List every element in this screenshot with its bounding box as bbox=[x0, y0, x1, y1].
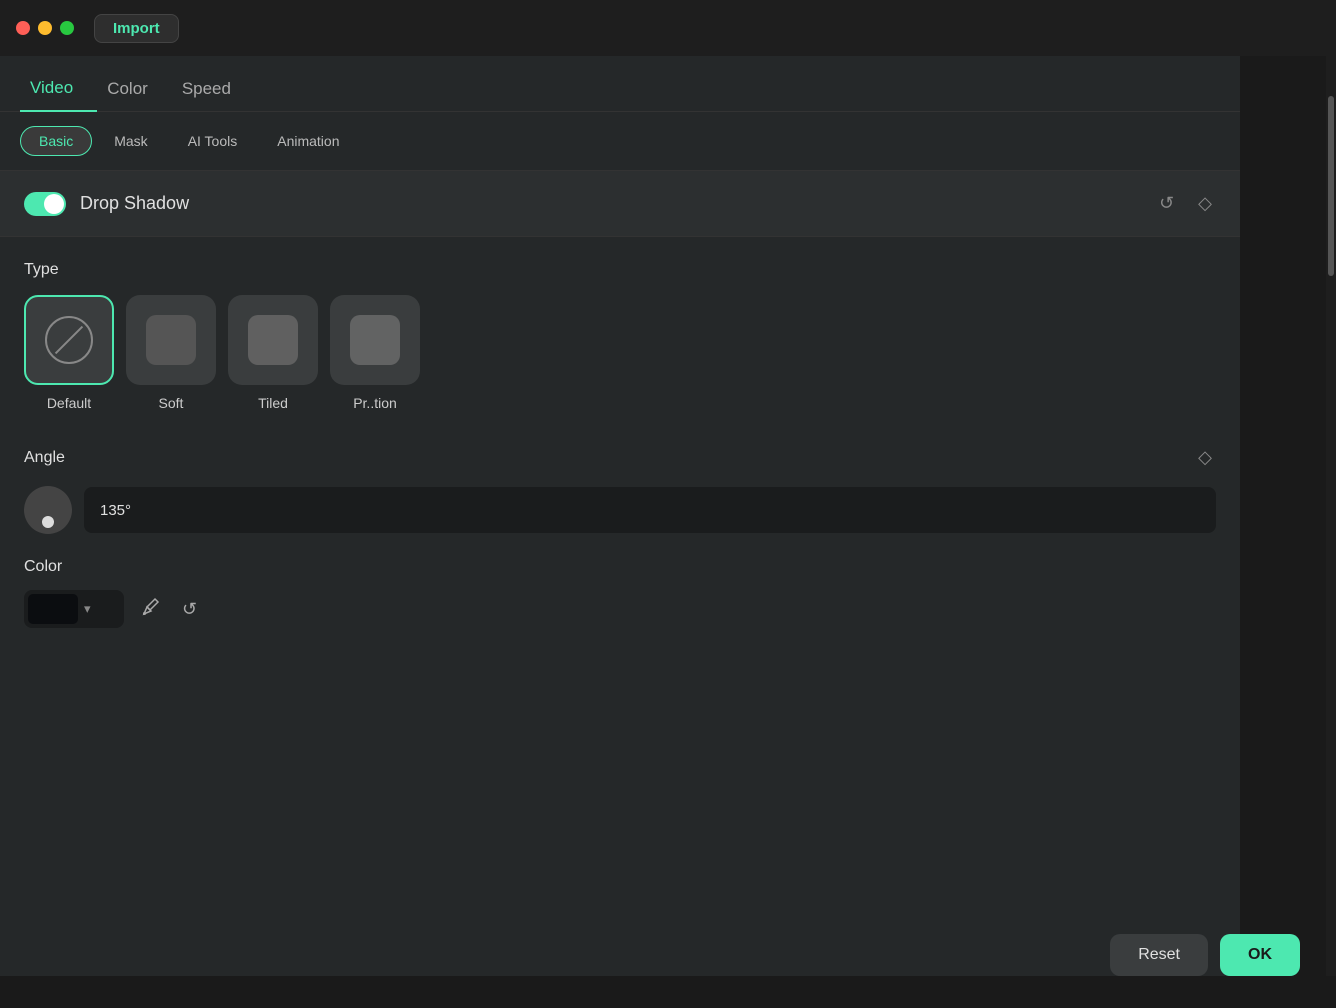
minimize-button[interactable] bbox=[38, 21, 52, 35]
angle-section: Angle ◇ bbox=[0, 419, 1240, 534]
tab-basic[interactable]: Basic bbox=[20, 126, 92, 156]
drop-shadow-diamond-icon[interactable]: ◇ bbox=[1194, 189, 1216, 218]
scrollbar-thumb[interactable] bbox=[1328, 96, 1334, 276]
type-box-soft[interactable] bbox=[126, 295, 216, 385]
type-box-projection[interactable] bbox=[330, 295, 420, 385]
type-option-projection[interactable]: Pr..tion bbox=[330, 295, 420, 411]
angle-value-row bbox=[24, 486, 1216, 534]
tab-animation[interactable]: Animation bbox=[259, 126, 357, 156]
angle-knob[interactable] bbox=[24, 486, 72, 534]
ok-button[interactable]: OK bbox=[1220, 934, 1300, 976]
drop-shadow-title: Drop Shadow bbox=[80, 193, 1141, 214]
sub-tab-bar: Basic Mask AI Tools Animation bbox=[0, 112, 1240, 171]
type-box-default[interactable] bbox=[24, 295, 114, 385]
soft-icon bbox=[146, 315, 196, 365]
header-icons: ↺ ◇ bbox=[1155, 189, 1216, 218]
angle-knob-dot bbox=[42, 516, 54, 528]
tab-color[interactable]: Color bbox=[97, 70, 172, 111]
drop-shadow-toggle[interactable] bbox=[24, 192, 66, 216]
color-row: ▾ ↺ bbox=[24, 590, 1216, 628]
maximize-button[interactable] bbox=[60, 21, 74, 35]
angle-input[interactable] bbox=[84, 487, 1216, 533]
color-section: Color ▾ ↺ bbox=[0, 534, 1240, 628]
toggle-knob bbox=[44, 194, 64, 214]
type-options: Default Soft Tiled Pr.. bbox=[24, 295, 1216, 411]
tab-video[interactable]: Video bbox=[20, 70, 97, 112]
tab-speed[interactable]: Speed bbox=[172, 70, 255, 111]
traffic-lights bbox=[16, 21, 74, 35]
angle-label: Angle bbox=[24, 449, 65, 467]
drop-shadow-reset-icon[interactable]: ↺ bbox=[1155, 189, 1178, 218]
default-icon bbox=[45, 316, 93, 364]
type-name-soft: Soft bbox=[159, 395, 184, 411]
angle-diamond-icon[interactable]: ◇ bbox=[1194, 443, 1216, 472]
color-swatch-button[interactable]: ▾ bbox=[24, 590, 124, 628]
projection-icon bbox=[350, 315, 400, 365]
type-name-projection: Pr..tion bbox=[353, 395, 397, 411]
type-box-tiled[interactable] bbox=[228, 295, 318, 385]
type-label: Type bbox=[24, 261, 1216, 279]
type-section: Type Default Soft bbox=[0, 237, 1240, 411]
reset-button[interactable]: Reset bbox=[1110, 934, 1208, 976]
type-option-soft[interactable]: Soft bbox=[126, 295, 216, 411]
scrollbar-track bbox=[1326, 56, 1336, 976]
type-option-default[interactable]: Default bbox=[24, 295, 114, 411]
top-tab-bar: Video Color Speed bbox=[0, 56, 1240, 112]
tiled-icon bbox=[248, 315, 298, 365]
color-reset-button[interactable]: ↺ bbox=[176, 593, 203, 626]
title-bar: Import bbox=[0, 0, 1336, 56]
eyedropper-button[interactable] bbox=[134, 591, 166, 628]
no-entry-line bbox=[55, 326, 83, 354]
tab-ai-tools[interactable]: AI Tools bbox=[170, 126, 256, 156]
close-button[interactable] bbox=[16, 21, 30, 35]
import-button[interactable]: Import bbox=[94, 14, 179, 43]
color-swatch bbox=[28, 594, 78, 624]
main-panel: Video Color Speed Basic Mask AI Tools An… bbox=[0, 56, 1240, 976]
chevron-down-icon: ▾ bbox=[84, 601, 91, 617]
type-name-tiled: Tiled bbox=[258, 395, 288, 411]
eyedropper-icon bbox=[140, 597, 160, 617]
bottom-bar: Reset OK bbox=[1110, 934, 1300, 976]
color-label: Color bbox=[24, 558, 1216, 576]
type-option-tiled[interactable]: Tiled bbox=[228, 295, 318, 411]
type-name-default: Default bbox=[47, 395, 91, 411]
tab-mask[interactable]: Mask bbox=[96, 126, 165, 156]
drop-shadow-header: Drop Shadow ↺ ◇ bbox=[0, 171, 1240, 237]
angle-row: Angle ◇ bbox=[24, 443, 1216, 472]
